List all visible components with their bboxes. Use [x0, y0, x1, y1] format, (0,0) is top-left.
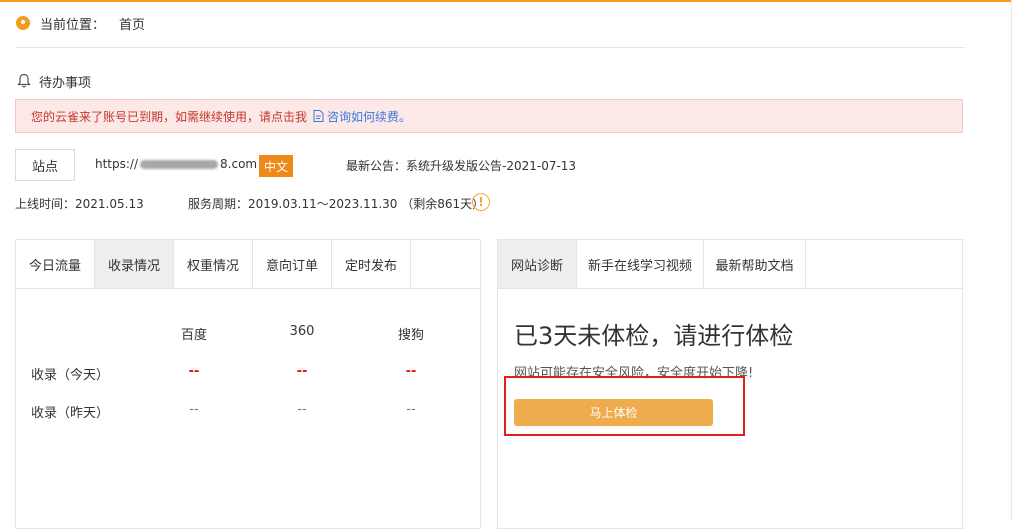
- column-header: 百度: [180, 328, 207, 343]
- top-accent-line: [0, 0, 1012, 2]
- tab-help-docs[interactable]: 最新帮助文档: [704, 240, 806, 288]
- site-button[interactable]: 站点: [15, 149, 75, 181]
- table-cell: --: [188, 364, 200, 379]
- table-cell: --: [406, 402, 416, 417]
- diagnosis-panel: 网站诊断 新手在线学习视频 最新帮助文档 已3天未体检，请进行体检 网站可能存在…: [497, 239, 963, 529]
- warning-icon[interactable]: !: [472, 193, 490, 211]
- site-url[interactable]: https:// 8.com: [95, 157, 257, 171]
- table-cell: --: [297, 402, 307, 417]
- renew-link-label: 咨询如何续费。: [327, 109, 412, 124]
- table-cell: --: [189, 402, 199, 417]
- tab-site-diagnosis[interactable]: 网站诊断: [498, 240, 577, 288]
- todo-header: 待办事项: [17, 71, 91, 91]
- document-icon: [313, 110, 324, 122]
- table-cell: --: [296, 364, 308, 379]
- breadcrumb-current[interactable]: 首页: [119, 14, 145, 33]
- breadcrumb-label: 当前位置：: [40, 17, 106, 33]
- table-cell: --: [405, 364, 417, 379]
- divider: [15, 47, 965, 48]
- column-header: 360: [289, 324, 315, 339]
- column-header: 搜狗: [397, 328, 424, 343]
- language-badge[interactable]: 中文: [259, 155, 293, 177]
- alert-message: 您的云雀来了账号已到期，如需继续使用，请点击我: [31, 109, 308, 124]
- todo-title: 待办事项: [39, 75, 92, 91]
- breadcrumb: 当前位置： 首页: [16, 13, 145, 33]
- indexing-table: 百度 360 搜狗 收录（今天） -- -- -- 收录（昨天） -- -- -…: [16, 240, 482, 530]
- checkup-button[interactable]: 马上体检: [514, 399, 713, 426]
- location-pin-icon: [16, 16, 30, 30]
- row-label: 收录（昨天）: [31, 406, 110, 421]
- url-suffix: 8.com: [220, 157, 258, 171]
- renew-link[interactable]: 咨询如何续费。: [313, 108, 411, 125]
- redacted-url-part: [140, 160, 219, 169]
- online-time: 上线时间：2021.05.13: [15, 197, 144, 211]
- diagnosis-tabs: 网站诊断 新手在线学习视频 最新帮助文档: [498, 240, 962, 289]
- stats-panel: 今日流量 收录情况 权重情况 意向订单 定时发布 百度 360 搜狗 收录（今天…: [15, 239, 481, 529]
- expiry-alert: 您的云雀来了账号已到期，如需继续使用，请点击我 咨询如何续费。: [15, 99, 963, 133]
- latest-notice[interactable]: 最新公告：系统升级发版公告-2021-07-13: [346, 157, 576, 174]
- url-prefix: https://: [95, 157, 139, 171]
- row-label: 收录（今天）: [31, 368, 110, 383]
- checkup-title: 已3天未体检，请进行体检: [514, 322, 794, 350]
- tab-tutorial-videos[interactable]: 新手在线学习视频: [577, 240, 704, 288]
- bell-icon: [17, 73, 31, 88]
- service-period: 服务周期：2019.03.11～2023.11.30 （剩余861天）: [188, 197, 485, 211]
